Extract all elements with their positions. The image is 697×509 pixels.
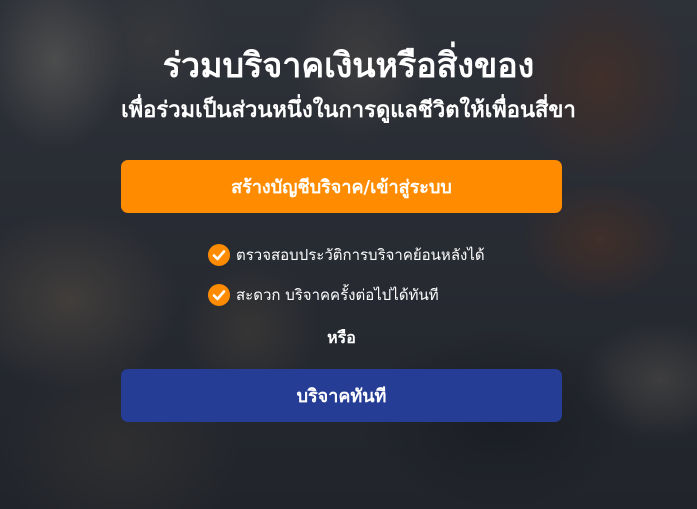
feature-item-history: ตรวจสอบประวัติการบริจาคย้อนหลังได้ (208, 244, 485, 266)
or-divider-text: หรือ (327, 328, 356, 347)
check-circle-icon (208, 244, 230, 266)
feature-text: สะดวก บริจาคครั้งต่อไปได้ทันที (236, 286, 439, 304)
feature-text: ตรวจสอบประวัติการบริจาคย้อนหลังได้ (236, 246, 485, 264)
donate-now-button[interactable]: บริจาคทันที (121, 369, 562, 422)
create-account-login-button[interactable]: สร้างบัญชีบริจาค/เข้าสู่ระบบ (121, 160, 562, 213)
page-subtitle: เพื่อร่วมเป็นส่วนหนึ่งในการดูแลชีวิตให้เ… (121, 98, 576, 123)
donation-hero: ร่วมบริจาคเงินหรือสิ่งของ เพื่อร่วมเป็นส… (0, 0, 697, 509)
donate-now-label: บริจาคทันที (296, 386, 387, 407)
create-account-login-label: สร้างบัญชีบริจาค/เข้าสู่ระบบ (231, 177, 452, 198)
page-title: ร่วมบริจาคเงินหรือสิ่งของ (162, 46, 535, 86)
feature-item-convenient: สะดวก บริจาคครั้งต่อไปได้ทันที (208, 284, 439, 306)
hero-content: ร่วมบริจาคเงินหรือสิ่งของ เพื่อร่วมเป็นส… (0, 0, 697, 509)
check-circle-icon (208, 284, 230, 306)
